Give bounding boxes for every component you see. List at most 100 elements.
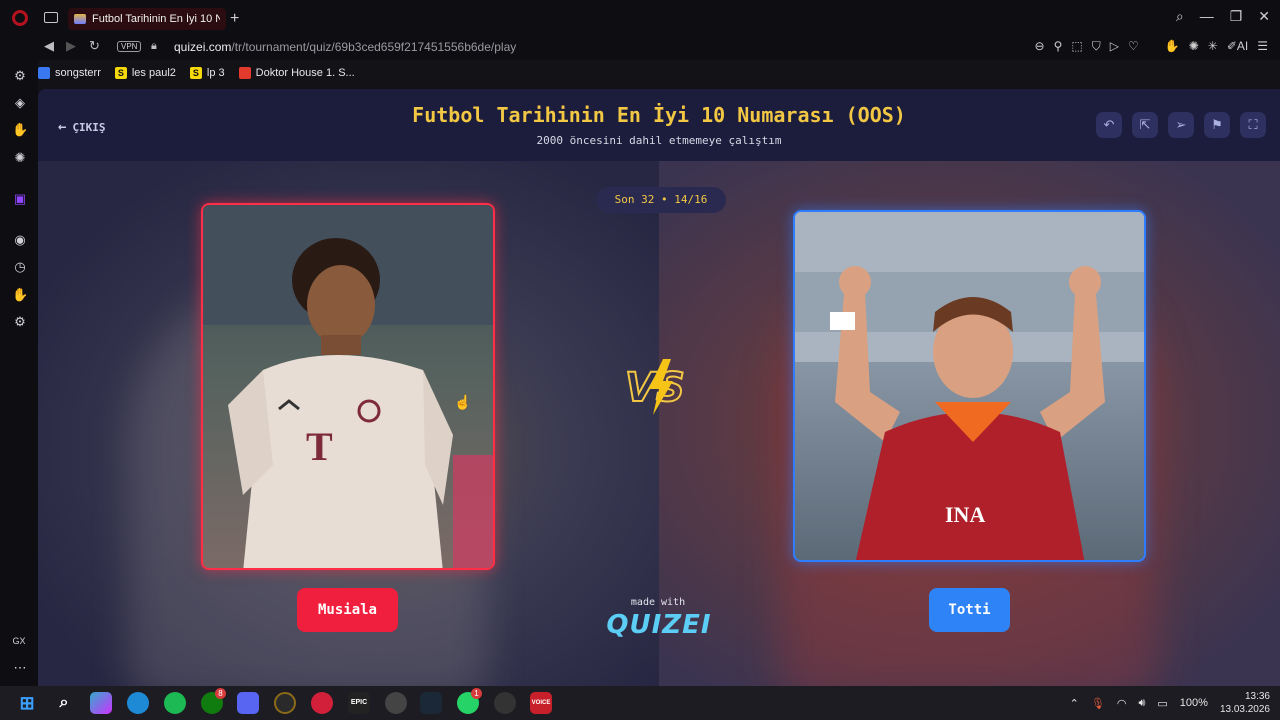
bookmark-label: les paul2	[131, 67, 176, 79]
url-field[interactable]: quizei.com/tr/tournament/quiz/69b3ced659…	[174, 40, 516, 54]
clock-date: 13.03.2026	[1219, 704, 1270, 715]
right-player-photo: INA	[795, 212, 1144, 560]
copilot-icon[interactable]	[90, 692, 112, 714]
app-red-icon[interactable]	[311, 692, 333, 714]
extension-2-icon[interactable]: ✺	[1189, 39, 1199, 54]
versus-icon: VS	[624, 359, 686, 415]
opera-gx-icon[interactable]	[274, 692, 296, 714]
choose-right-button[interactable]: Totti	[929, 588, 1010, 632]
left-player-photo: T	[203, 205, 493, 568]
more-icon[interactable]: ⋯	[12, 660, 28, 676]
address-bar: ◀ ▶ ↻ VPN 🔒︎ quizei.com/tr/tournament/qu…	[0, 36, 1280, 60]
spotify-icon[interactable]: ◉	[12, 232, 28, 248]
svg-text:T: T	[306, 424, 333, 469]
right-choice-card[interactable]: INA	[793, 210, 1146, 562]
bookmark-label: Doktor House 1. S...	[255, 67, 355, 79]
sidebar-control-icon[interactable]: ⚙	[12, 68, 28, 84]
whatsapp-badge: 1	[471, 688, 482, 699]
epic-games-icon[interactable]: EPIC	[348, 692, 370, 714]
wifi-icon[interactable]: ◠	[1117, 697, 1127, 710]
taskbar: ⊞ ⌕ 8 EPIC 1 VOICE ⌃ 🎙︎ ◠ 🔊︎ ▭ 100% 13:3…	[0, 686, 1280, 720]
minimize-icon[interactable]: —	[1200, 8, 1214, 25]
sidebar-extension-icon[interactable]: ✺	[12, 150, 28, 166]
battery-percent: 100%	[1179, 697, 1208, 709]
microphone-icon[interactable]: 🎙︎	[1091, 697, 1105, 710]
browser-sidebar: ⚙ ◈ ✋ ✺ ▣ ◉ ◷ ✋ ⚙ GX ⋯	[0, 60, 38, 686]
clock[interactable]: 13:36 13.03.2026	[1220, 690, 1270, 716]
steam-icon[interactable]	[420, 692, 442, 714]
tab-manager-icon[interactable]	[44, 12, 58, 23]
media-player-icon[interactable]	[385, 692, 407, 714]
vpn-badge[interactable]: VPN	[117, 41, 142, 52]
bookmark-icon: S	[114, 67, 127, 79]
back-icon[interactable]: ◀	[44, 38, 54, 54]
play-icon[interactable]: ▷	[1110, 39, 1119, 54]
snapshot-icon[interactable]: ⬚	[1071, 39, 1082, 54]
battery-icon[interactable]: ▭	[1157, 697, 1167, 710]
quiz-header: ← ÇIKIŞ Futbol Tarihinin En İyi 10 Numar…	[38, 89, 1280, 161]
browser-window: Futbol Tarihinin En İyi 10 N + ⌕ — ❐ ✕ ◀…	[0, 0, 1280, 686]
bookmark-item[interactable]: songsterr	[38, 67, 101, 79]
bookmark-item[interactable]: Slp 3	[189, 67, 225, 79]
close-icon[interactable]: ✕	[1258, 8, 1270, 25]
sidebar-hand-icon[interactable]: ✋	[12, 287, 28, 303]
shield-icon[interactable]: ⛉	[1092, 39, 1101, 54]
tab-title: Futbol Tarihinin En İyi 10 N	[92, 13, 220, 25]
bookmark-icon	[38, 67, 50, 79]
url-host: quizei.com	[174, 40, 232, 54]
start-icon[interactable]: ⊞	[16, 692, 38, 714]
volume-icon[interactable]: 🔊︎	[1138, 697, 1145, 710]
left-choice-card[interactable]: T	[201, 203, 495, 570]
share-icon[interactable]: ⇱	[1132, 112, 1158, 138]
svg-text:INA: INA	[945, 502, 985, 527]
bookmark-item[interactable]: Sles paul2	[114, 67, 176, 79]
heart-icon[interactable]: ♡	[1128, 39, 1139, 54]
gx-label[interactable]: GX	[11, 633, 27, 649]
forward-icon[interactable]: ▶	[66, 38, 76, 54]
bookmark-label: lp 3	[206, 67, 225, 79]
sidebar-clock-icon[interactable]: ◷	[12, 259, 28, 275]
easy-setup-icon[interactable]: ☰	[1257, 39, 1268, 54]
reload-icon[interactable]: ↻	[89, 38, 100, 54]
pin-icon[interactable]: ⚲	[1054, 39, 1063, 54]
undo-icon[interactable]: ↶	[1096, 112, 1122, 138]
twitch-icon[interactable]: ▣	[12, 191, 28, 207]
extension-icon[interactable]: ✋	[1165, 39, 1180, 54]
zoom-icon[interactable]: ⊖	[1035, 39, 1045, 54]
quizei-logo[interactable]: QUIZEI	[606, 610, 712, 640]
search-tabs-icon[interactable]: ⌕	[1176, 8, 1184, 25]
edge-icon[interactable]	[127, 692, 149, 714]
bookmarks-bar: songsterr Sles paul2 Slp 3 Doktor House …	[38, 62, 355, 84]
tab-strip: Futbol Tarihinin En İyi 10 N + ⌕ — ❐ ✕	[0, 0, 1280, 36]
discord-icon[interactable]	[237, 692, 259, 714]
active-tab[interactable]: Futbol Tarihinin En İyi 10 N	[68, 8, 226, 30]
clock-app-icon[interactable]	[494, 692, 516, 714]
settings-icon[interactable]: ⚙	[12, 314, 28, 330]
address-tools: ⊖ ⚲ ⬚ ⛉ ▷ ♡ ✋ ✺ ✳ ✐AI ☰	[1035, 39, 1268, 54]
flag-icon[interactable]: ⚑	[1204, 112, 1230, 138]
restore-icon[interactable]: ❐	[1230, 8, 1243, 25]
sidebar-diamond-icon[interactable]: ◈	[12, 95, 28, 111]
extension-3-icon[interactable]: ✳	[1208, 39, 1218, 54]
clock-time: 13:36	[1244, 691, 1270, 702]
lock-icon[interactable]: 🔒︎	[151, 40, 157, 53]
bookmark-icon: S	[189, 67, 202, 79]
quiz-subtitle: 2000 öncesini dahil etmemeye çalıştım	[536, 134, 782, 147]
choose-left-button[interactable]: Musiala	[297, 588, 398, 632]
sidebar-apps-icon[interactable]: ✋	[12, 122, 28, 138]
search-icon[interactable]: ⌕	[53, 692, 75, 714]
opera-logo-icon[interactable]	[12, 10, 28, 26]
chevron-up-icon[interactable]: ⌃	[1070, 697, 1079, 710]
fullscreen-icon[interactable]: ⛶	[1240, 112, 1266, 138]
ai-button[interactable]: ✐AI	[1227, 39, 1248, 54]
url-path: /tr/tournament/quiz/69b3ced659f217451556…	[231, 40, 517, 54]
voicemeeter-icon[interactable]: VOICE	[530, 692, 552, 714]
header-actions: ↶ ⇱ ➢ ⚑ ⛶	[1096, 112, 1266, 138]
spotify-taskbar-icon[interactable]	[164, 692, 186, 714]
bookmark-icon	[238, 67, 251, 79]
made-with-label: made with	[630, 597, 686, 608]
bookmark-label: songsterr	[55, 67, 101, 79]
new-tab-icon[interactable]: +	[230, 10, 239, 28]
bookmark-item[interactable]: Doktor House 1. S...	[238, 67, 355, 79]
send-icon[interactable]: ➢	[1168, 112, 1194, 138]
